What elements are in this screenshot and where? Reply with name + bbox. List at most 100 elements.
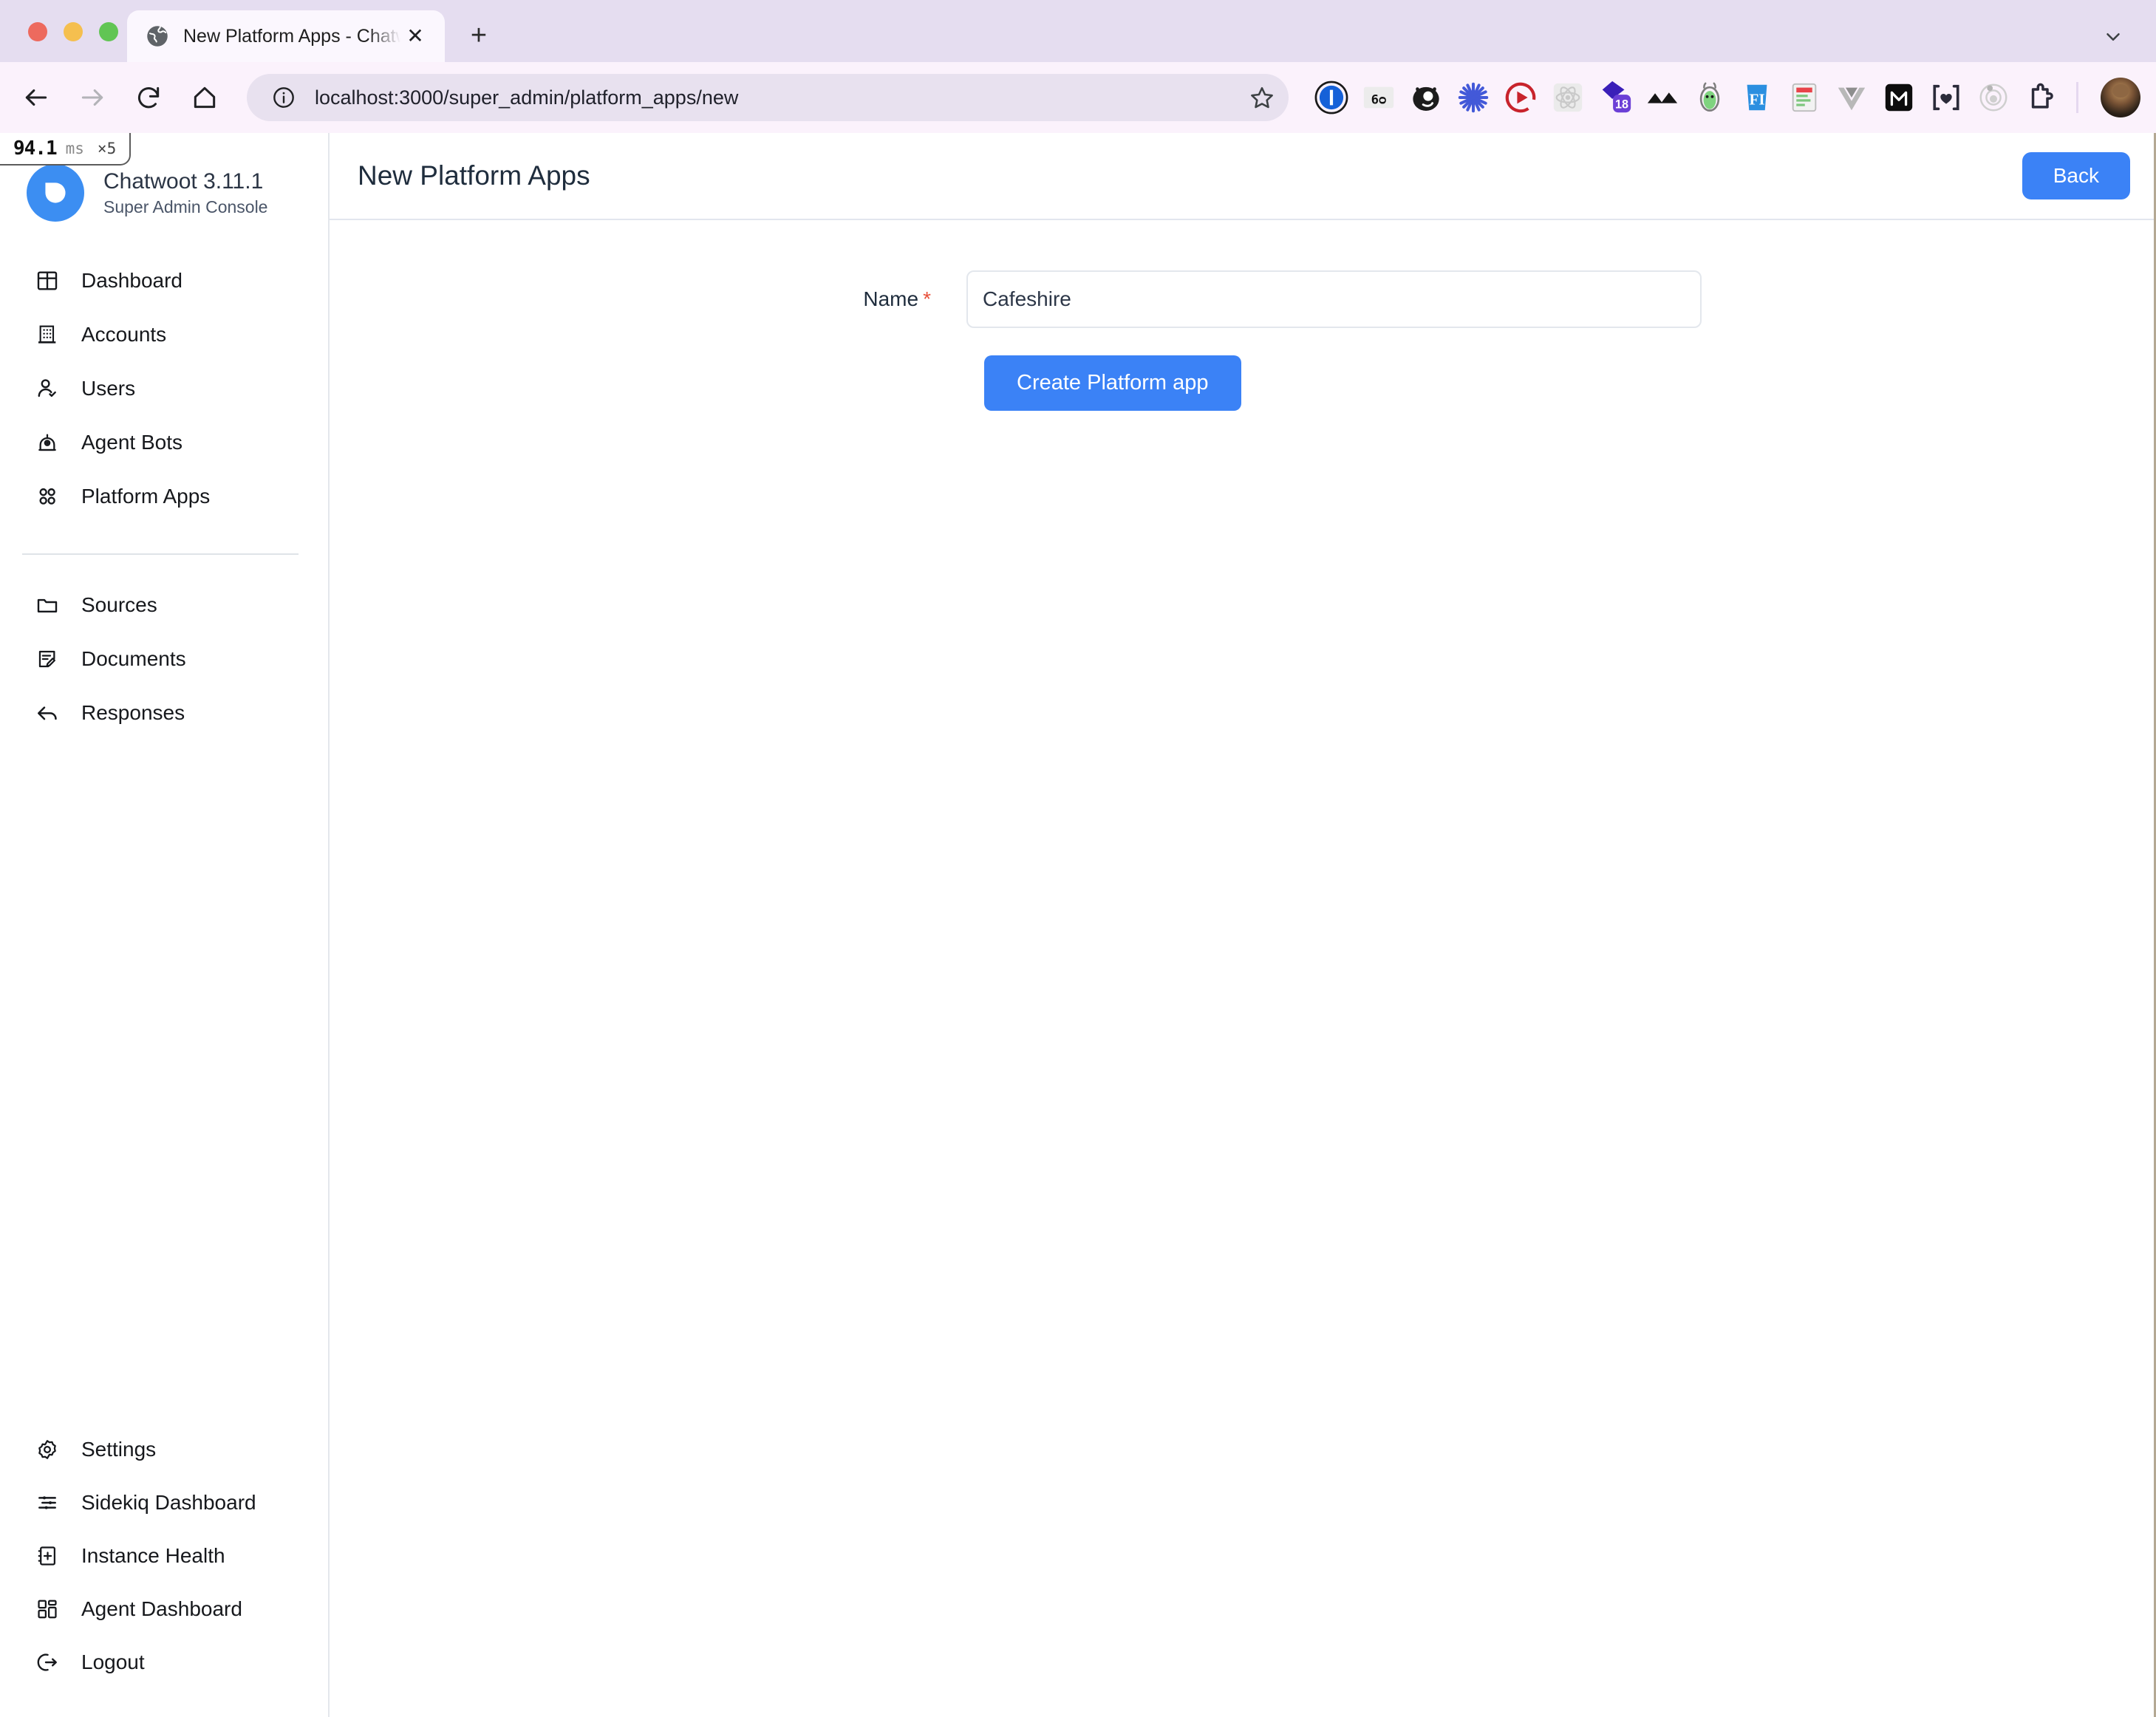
sidebar-primary-nav: Dashboard Accounts Users Agent Bots Plat… — [0, 262, 328, 531]
info-circle-icon[interactable] — [269, 83, 299, 112]
page-viewport: 94.1 ms ×5 Chatwoot 3.11.1 Super Admin C… — [0, 133, 2156, 1717]
avatar[interactable] — [2101, 78, 2140, 117]
document-edit-icon — [34, 646, 61, 672]
sidebar-item-dashboard[interactable]: Dashboard — [0, 262, 328, 300]
logout-icon — [34, 1649, 61, 1676]
browser-window: New Platform Apps - Chatwoot ✕ + localho… — [0, 0, 2156, 1717]
apps-grid-icon — [34, 483, 61, 510]
submit-row: Create Platform app — [330, 355, 2154, 411]
name-field-row: Name * — [330, 270, 2154, 328]
sidebar-item-label: Users — [81, 377, 136, 400]
gotoo-icon[interactable]: 6ᴑ — [1355, 74, 1402, 121]
sidebar-secondary-nav: Sources Documents Responses — [0, 586, 328, 748]
sidebar-item-sidekiq-dashboard[interactable]: Sidekiq Dashboard — [0, 1484, 328, 1522]
kebab-menu-icon[interactable] — [2152, 77, 2156, 118]
main-content: New Platform Apps Back Name* Create Plat… — [330, 133, 2154, 1717]
brand-title: Chatwoot 3.11.1 — [103, 168, 264, 194]
brand-block: Chatwoot 3.11.1 Super Admin Console — [0, 164, 328, 222]
cat-icon[interactable] — [1402, 74, 1450, 121]
sidebar-item-label: Platform Apps — [81, 485, 211, 508]
dashboard-grid-icon — [34, 1596, 61, 1622]
url-text: localhost:3000/super_admin/platform_apps… — [315, 86, 739, 109]
sidebar-item-agent-dashboard[interactable]: Agent Dashboard — [0, 1590, 328, 1628]
page-body: Name* Create Platform app — [330, 220, 2154, 1717]
perf-unit: ms — [65, 140, 84, 157]
page-title: New Platform Apps — [358, 160, 590, 191]
reply-arrow-icon — [34, 700, 61, 726]
vue-devtools-icon[interactable] — [1828, 74, 1875, 121]
sidebar-item-agent-bots[interactable]: Agent Bots — [0, 423, 328, 462]
play-circle-red-icon[interactable] — [1497, 74, 1544, 121]
window-traffic-lights — [28, 22, 118, 41]
sidebar: Chatwoot 3.11.1 Super Admin Console Dash… — [0, 133, 330, 1717]
tab-title: New Platform Apps - Chatwoot — [183, 25, 400, 47]
extensions-row: 6ᴑ 18 FI — [1308, 74, 2156, 121]
folder-icon — [34, 592, 61, 618]
toolbar-divider — [2076, 82, 2078, 113]
sidebar-item-users[interactable]: Users — [0, 369, 328, 408]
m-black-icon[interactable] — [1875, 74, 1923, 121]
svg-text:18: 18 — [1615, 98, 1628, 112]
list-settings-icon — [34, 1489, 61, 1516]
orbit-gray-icon[interactable] — [1970, 74, 2017, 121]
react-devtools-icon[interactable] — [1544, 74, 1592, 121]
svg-text:FI: FI — [1749, 91, 1764, 109]
diamond-18-icon[interactable]: 18 — [1592, 74, 1639, 121]
sidebar-item-label: Settings — [81, 1438, 157, 1461]
puzzle-piece-icon[interactable] — [2017, 74, 2064, 121]
sidebar-item-platform-apps[interactable]: Platform Apps — [0, 477, 328, 516]
globe-icon — [146, 25, 168, 47]
create-platform-app-button[interactable]: Create Platform app — [984, 355, 1241, 411]
arrow-right-icon — [69, 75, 115, 120]
sidebar-item-instance-health[interactable]: Instance Health — [0, 1537, 328, 1575]
reload-icon[interactable] — [126, 75, 171, 120]
performance-badge: 94.1 ms ×5 — [0, 133, 132, 165]
gear-icon — [34, 1436, 61, 1463]
arrow-left-icon[interactable] — [13, 75, 59, 120]
chevron-down-icon[interactable] — [2092, 16, 2134, 58]
sidebar-item-logout[interactable]: Logout — [0, 1643, 328, 1682]
sidebar-item-label: Agent Bots — [81, 431, 182, 454]
name-input[interactable] — [966, 270, 1702, 328]
sidebar-item-label: Dashboard — [81, 269, 182, 292]
new-tab-button[interactable]: + — [457, 13, 501, 58]
browser-tab[interactable]: New Platform Apps - Chatwoot ✕ — [127, 10, 445, 62]
minimize-window-button[interactable] — [64, 22, 83, 41]
sidebar-item-label: Documents — [81, 647, 186, 670]
sidebar-item-accounts[interactable]: Accounts — [0, 315, 328, 354]
close-window-button[interactable] — [28, 22, 47, 41]
sidebar-item-settings[interactable]: Settings — [0, 1430, 328, 1469]
back-button[interactable]: Back — [2022, 152, 2130, 199]
sidebar-item-label: Sources — [81, 593, 157, 616]
address-bar[interactable]: localhost:3000/super_admin/platform_apps… — [247, 74, 1289, 121]
user-check-icon — [34, 375, 61, 402]
home-icon[interactable] — [182, 75, 228, 120]
maximize-window-button[interactable] — [99, 22, 118, 41]
fi-blue-icon[interactable]: FI — [1733, 74, 1781, 121]
sidebar-item-responses[interactable]: Responses — [0, 694, 328, 732]
new-platform-app-form: Name* Create Platform app — [330, 270, 2154, 411]
name-label-text: Name — [863, 287, 919, 310]
asterisk-blue-icon[interactable] — [1450, 74, 1497, 121]
onepassword-icon[interactable] — [1308, 74, 1355, 121]
sidebar-item-label: Agent Dashboard — [81, 1597, 242, 1620]
perf-value: 94.1 — [13, 137, 58, 160]
form-red-icon[interactable] — [1781, 74, 1828, 121]
browser-toolbar: localhost:3000/super_admin/platform_apps… — [0, 62, 2156, 133]
star-icon[interactable] — [1241, 77, 1283, 118]
required-marker: * — [923, 287, 931, 310]
bug-green-icon[interactable] — [1686, 74, 1733, 121]
tab-strip: New Platform Apps - Chatwoot ✕ + — [0, 0, 2156, 62]
sidebar-item-label: Accounts — [81, 323, 167, 346]
mountains-icon[interactable] — [1639, 74, 1686, 121]
close-icon[interactable]: ✕ — [400, 21, 430, 51]
svg-text:6ᴑ: 6ᴑ — [1371, 93, 1387, 108]
sidebar-item-documents[interactable]: Documents — [0, 640, 328, 678]
name-label: Name * — [330, 270, 966, 328]
sidebar-item-label: Responses — [81, 701, 185, 724]
brackets-heart-icon[interactable] — [1923, 74, 1970, 121]
page-header: New Platform Apps Back — [330, 133, 2154, 220]
sidebar-divider — [22, 553, 299, 555]
perf-multiplier: ×5 — [97, 140, 117, 157]
sidebar-item-sources[interactable]: Sources — [0, 586, 328, 624]
